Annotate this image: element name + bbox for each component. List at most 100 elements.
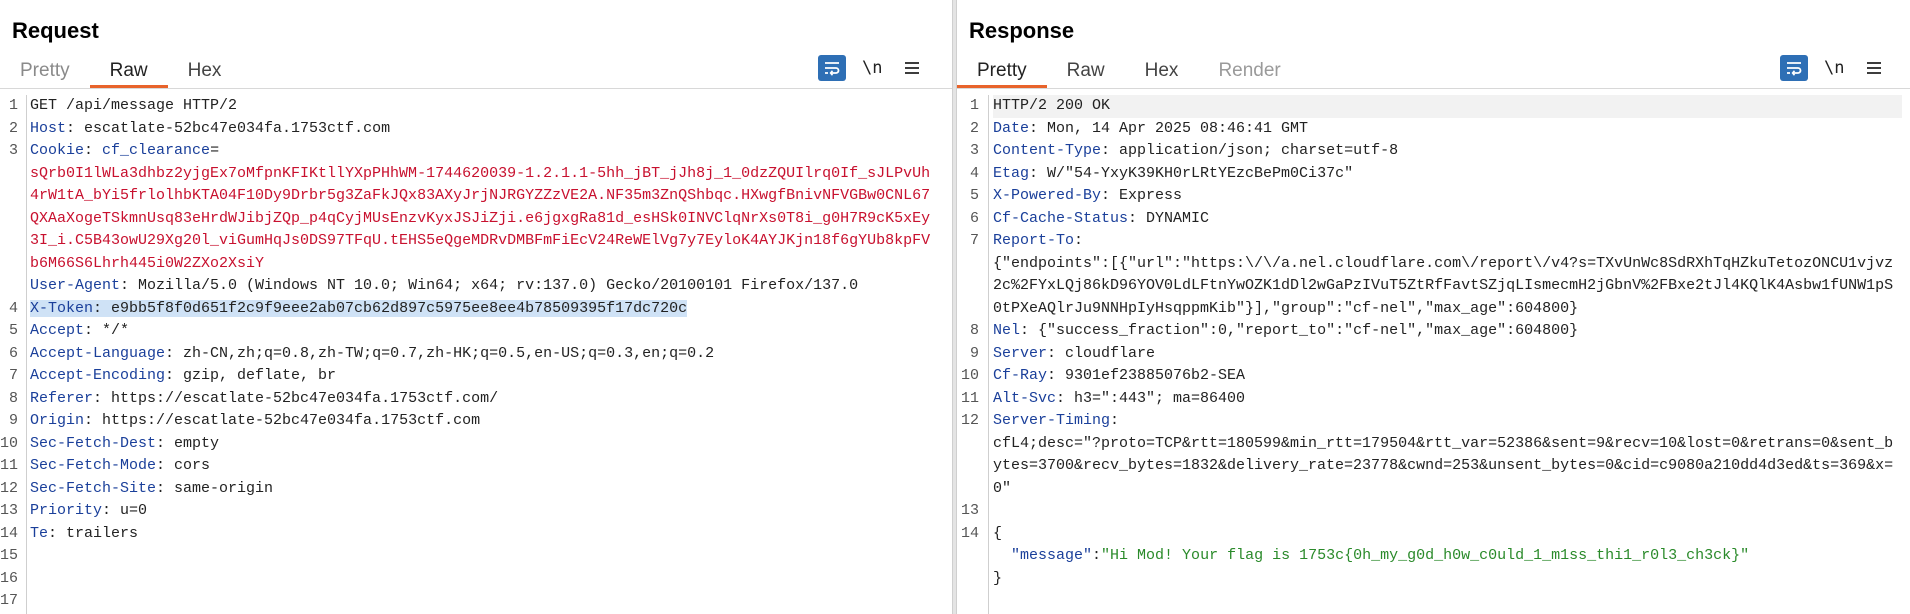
code-text: b6M66S6Lhrh445i0W2ZXo2XsiY [30,254,265,272]
code-text: sQrb0I1lWLa3dhbz2yjgEx7oMfpnKFIKtllYXpPH… [30,164,931,182]
code-text: : {"success_fraction":0,"report_to":"cf-… [1020,322,1579,339]
request-tab-raw[interactable]: Raw [89,52,168,88]
response-toolbar: \n [1780,55,1888,81]
code-line[interactable]: Content-Type: application/json; charset=… [993,140,1902,163]
response-tab-render[interactable]: Render [1198,52,1300,88]
code-line[interactable]: Report-To: [993,230,1902,253]
code-text: cfL4;desc="?proto=TCP&rtt=180599&min_rtt… [993,434,1894,452]
code-line[interactable]: 2c%2FYxLQj86kD96YOV0LdLFtnYwOZK1dDl2wGaP… [993,275,1902,298]
hamburger-menu-icon[interactable] [898,55,926,81]
code-line[interactable]: Alt-Svc: h3=":443"; ma=86400 [993,388,1902,411]
code-line[interactable]: Date: Mon, 14 Apr 2025 08:46:41 GMT [993,118,1902,141]
code-line[interactable]: Referer: https://escatlate-52bc47e034fa.… [30,388,944,411]
code-text: : Express [1101,187,1183,204]
header-name: Accept-Language [30,344,166,362]
line-number: 9 [8,412,18,429]
code-text: 0" [993,479,1012,497]
newline-toggle-button[interactable]: \n [1824,58,1844,78]
code-line[interactable]: Cf-Ray: 9301ef23885076b2-SEA [993,365,1902,388]
code-line[interactable]: 0" [993,478,1902,501]
line-number: 3 [969,142,979,159]
request-editor[interactable]: 1 2 3 4 5 6 7 8 9 10 11 12 13 14 15 16 17 GET /api/messa… [0,95,952,614]
header-name: Accept-Encoding [30,367,166,384]
code-line[interactable]: Accept-Language: zh-CN,zh;q=0.8,zh-TW;q=… [30,343,944,366]
code-line[interactable]: { [993,523,1902,546]
code-text: : cloudflare [1047,344,1156,362]
code-line[interactable]: cfL4;desc="?proto=TCP&rtt=180599&min_rtt… [993,433,1902,456]
code-text: ytes=3700&recv_bytes=1832&delivery_rate=… [993,457,1894,474]
code-line[interactable]: Host: escatlate-52bc47e034fa.1753ctf.com [30,118,944,141]
code-text: 3I_i.C5B43owU29Xg20l_viGumHqJs0DS97TFqU.… [30,232,931,249]
code-text: HTTP/2 200 OK [993,97,1111,114]
code-line[interactable]: X-Token: e9bb5f8f0d651f2c9f9eee2ab07cb62… [30,298,944,321]
code-line[interactable]: Sec-Fetch-Dest: empty [30,433,944,456]
code-line[interactable]: 0tPXeAQlrJu9NNHpIyHsqppmKib"}],"group":"… [993,298,1902,321]
code-line[interactable]: ytes=3700&recv_bytes=1832&delivery_rate=… [993,455,1902,478]
code-line[interactable]: Server: cloudflare [993,343,1902,366]
line-number: 1 [969,97,979,114]
code-line[interactable]: X-Powered-By: Express [993,185,1902,208]
line-number [0,163,24,186]
code-line[interactable]: Cf-Cache-Status: DYNAMIC [993,208,1902,231]
code-text: : h3=":443"; ma=86400 [1056,389,1246,407]
code-line[interactable]: 3I_i.C5B43owU29Xg20l_viGumHqJs0DS97TFqU.… [30,230,944,253]
wrap-lines-icon[interactable] [1780,55,1808,81]
line-number: 17 [0,592,19,609]
line-number: 11 [0,457,19,474]
code-line[interactable]: Etag: W/"54-YxyK39KH0rLRtYEzcBePm0Ci37c" [993,163,1902,186]
hamburger-menu-icon[interactable] [1860,55,1888,81]
code-line[interactable]: Origin: https://escatlate-52bc47e034fa.1… [30,410,944,433]
line-number: 10 [0,434,19,452]
line-number: 7 [8,367,18,384]
code-line[interactable]: Sec-Fetch-Site: same-origin [30,478,944,501]
line-number [957,253,985,276]
header-name: Sec-Fetch-Site [30,479,157,497]
code-line[interactable]: "message":"Hi Mod! Your flag is 1753c{0h… [993,545,1902,568]
header-name: Accept [30,322,85,339]
code-line[interactable]: HTTP/2 200 OK [993,95,1902,118]
header-name: Cookie [30,142,85,159]
line-number [957,433,985,456]
code-line[interactable]: Te: trailers [30,523,944,546]
code-line[interactable]: User-Agent: Mozilla/5.0 (Windows NT 10.0… [30,275,944,298]
request-tab-hex[interactable]: Hex [168,52,242,88]
response-tab-pretty[interactable]: Pretty [957,52,1047,88]
line-number: 5 [8,322,18,339]
code-line[interactable]: QXAaXogeTSkmnUsq83eHrdWJibjZQp_p4qCyjMUs… [30,208,944,231]
code-line[interactable]: Cookie: cf_clearance= [30,140,944,163]
code-line[interactable] [993,500,1902,523]
response-editor[interactable]: 1 2 3 4 5 6 7 8 9 10 11 12 13 14 HTTP/2 200 OK Date: M… [957,95,1910,614]
code-line[interactable]: {"endpoints":[{"url":"https:\/\/a.nel.cl… [993,253,1902,276]
code-line[interactable] [30,545,944,568]
code-line[interactable]: sQrb0I1lWLa3dhbz2yjgEx7oMfpnKFIKtllYXpPH… [30,163,944,186]
code-line[interactable]: Server-Timing: [993,410,1902,433]
code-line[interactable]: Sec-Fetch-Mode: cors [30,455,944,478]
code-text: 2c%2FYxLQj86kD96YOV0LdLFtnYwOZK1dDl2wGaP… [993,277,1894,294]
code-text: : same-origin [156,479,274,497]
code-text: "Hi Mod! Your flag is 1753c{0h_my_g0d_h0… [1101,547,1750,564]
code-line[interactable]: 4rW1tA_bYi5frlolhbKTA04F10Dy9Drbr5g3ZaFk… [30,185,944,208]
code-line[interactable] [30,568,944,591]
header-name: Alt-Svc [993,389,1057,407]
code-line[interactable]: Priority: u=0 [30,500,944,523]
wrap-lines-icon[interactable] [818,55,846,81]
code-text: : W/"54-YxyK39KH0rLRtYEzcBePm0Ci37c" [1029,164,1354,182]
response-code[interactable]: HTTP/2 200 OK Date: Mon, 14 Apr 2025 08:4… [993,95,1902,590]
response-line-numbers: 1 2 3 4 5 6 7 8 9 10 11 12 13 14 [957,95,985,590]
line-number: 14 [960,524,979,542]
code-line[interactable]: b6M66S6Lhrh445i0W2ZXo2XsiY [30,253,944,276]
request-tabs: Pretty Raw Hex [0,52,241,88]
response-tab-raw[interactable]: Raw [1047,52,1125,88]
code-text: = [210,142,220,159]
code-line[interactable]: Nel: {"success_fraction":0,"report_to":"… [993,320,1902,343]
code-line[interactable]: } [993,568,1902,591]
header-name: X-Powered-By [993,187,1102,204]
code-line[interactable]: GET /api/message HTTP/2 [30,95,944,118]
request-tab-pretty[interactable]: Pretty [0,52,90,88]
newline-toggle-button[interactable]: \n [862,58,882,78]
code-line[interactable]: Accept-Encoding: gzip, deflate, br [30,365,944,388]
request-code[interactable]: GET /api/message HTTP/2 Host: escatlate-5… [30,95,944,590]
response-tab-hex[interactable]: Hex [1125,52,1199,88]
code-line[interactable]: Accept: */* [30,320,944,343]
